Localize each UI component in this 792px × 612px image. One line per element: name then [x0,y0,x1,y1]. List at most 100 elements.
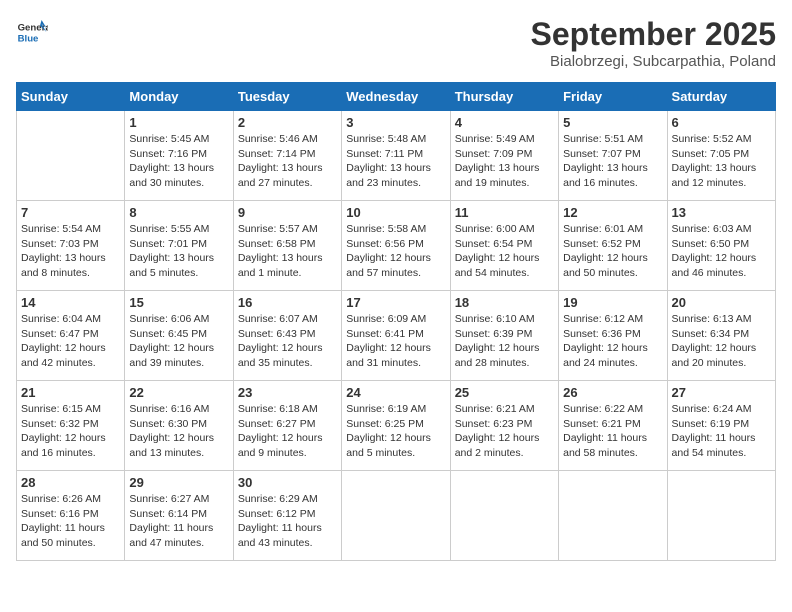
day-number: 5 [563,115,662,130]
weekday-header-saturday: Saturday [667,83,775,111]
day-info: Sunrise: 6:16 AM Sunset: 6:30 PM Dayligh… [129,402,228,461]
calendar-week-1: 1 Sunrise: 5:45 AM Sunset: 7:16 PM Daylig… [17,111,776,201]
day-number: 20 [672,295,771,310]
calendar-cell: 2 Sunrise: 5:46 AM Sunset: 7:14 PM Daylig… [233,111,341,201]
day-info: Sunrise: 6:27 AM Sunset: 6:14 PM Dayligh… [129,492,228,551]
calendar-cell [17,111,125,201]
calendar-cell: 25 Sunrise: 6:21 AM Sunset: 6:23 PM Dayli… [450,381,558,471]
day-number: 1 [129,115,228,130]
day-info: Sunrise: 6:12 AM Sunset: 6:36 PM Dayligh… [563,312,662,371]
day-number: 3 [346,115,445,130]
day-info: Sunrise: 5:48 AM Sunset: 7:11 PM Dayligh… [346,132,445,191]
day-info: Sunrise: 5:58 AM Sunset: 6:56 PM Dayligh… [346,222,445,281]
calendar-table: SundayMondayTuesdayWednesdayThursdayFrid… [16,82,776,561]
day-number: 25 [455,385,554,400]
calendar-cell: 21 Sunrise: 6:15 AM Sunset: 6:32 PM Dayli… [17,381,125,471]
month-title: September 2025 [531,16,776,53]
day-number: 15 [129,295,228,310]
calendar-cell: 17 Sunrise: 6:09 AM Sunset: 6:41 PM Dayli… [342,291,450,381]
calendar-cell: 9Sunrise: 5:57 AM Sunset: 6:58 PM Daylig… [233,201,341,291]
day-info: Sunrise: 6:15 AM Sunset: 6:32 PM Dayligh… [21,402,120,461]
calendar-cell: 18 Sunrise: 6:10 AM Sunset: 6:39 PM Dayli… [450,291,558,381]
calendar-cell: 10 Sunrise: 5:58 AM Sunset: 6:56 PM Dayli… [342,201,450,291]
day-number: 14 [21,295,120,310]
calendar-cell [559,471,667,561]
calendar-cell: 8 Sunrise: 5:55 AM Sunset: 7:01 PM Daylig… [125,201,233,291]
day-info: Sunrise: 5:49 AM Sunset: 7:09 PM Dayligh… [455,132,554,191]
day-number: 17 [346,295,445,310]
calendar-cell [667,471,775,561]
calendar-cell: 27Sunrise: 6:24 AM Sunset: 6:19 PM Dayli… [667,381,775,471]
day-number: 22 [129,385,228,400]
calendar-cell: 12 Sunrise: 6:01 AM Sunset: 6:52 PM Dayli… [559,201,667,291]
day-info: Sunrise: 6:13 AM Sunset: 6:34 PM Dayligh… [672,312,771,371]
calendar-cell: 19Sunrise: 6:12 AM Sunset: 6:36 PM Dayli… [559,291,667,381]
day-info: Sunrise: 6:04 AM Sunset: 6:47 PM Dayligh… [21,312,120,371]
calendar-cell: 16 Sunrise: 6:07 AM Sunset: 6:43 PM Dayli… [233,291,341,381]
calendar-cell: 28Sunrise: 6:26 AM Sunset: 6:16 PM Dayli… [17,471,125,561]
day-number: 23 [238,385,337,400]
calendar-week-4: 21 Sunrise: 6:15 AM Sunset: 6:32 PM Dayli… [17,381,776,471]
day-number: 2 [238,115,337,130]
day-number: 27 [672,385,771,400]
calendar-cell: 4Sunrise: 5:49 AM Sunset: 7:09 PM Daylig… [450,111,558,201]
day-info: Sunrise: 5:51 AM Sunset: 7:07 PM Dayligh… [563,132,662,191]
calendar-week-2: 7Sunrise: 5:54 AM Sunset: 7:03 PM Daylig… [17,201,776,291]
calendar-cell: 23 Sunrise: 6:18 AM Sunset: 6:27 PM Dayli… [233,381,341,471]
weekday-header-wednesday: Wednesday [342,83,450,111]
weekday-header-monday: Monday [125,83,233,111]
calendar-cell: 5 Sunrise: 5:51 AM Sunset: 7:07 PM Daylig… [559,111,667,201]
day-info: Sunrise: 6:29 AM Sunset: 6:12 PM Dayligh… [238,492,337,551]
day-number: 29 [129,475,228,490]
calendar-cell: 22 Sunrise: 6:16 AM Sunset: 6:30 PM Dayli… [125,381,233,471]
calendar-cell: 13Sunrise: 6:03 AM Sunset: 6:50 PM Dayli… [667,201,775,291]
day-number: 26 [563,385,662,400]
day-number: 16 [238,295,337,310]
day-number: 8 [129,205,228,220]
day-number: 9 [238,205,337,220]
day-info: Sunrise: 6:21 AM Sunset: 6:23 PM Dayligh… [455,402,554,461]
day-info: Sunrise: 5:54 AM Sunset: 7:03 PM Dayligh… [21,222,120,281]
day-info: Sunrise: 6:01 AM Sunset: 6:52 PM Dayligh… [563,222,662,281]
day-number: 10 [346,205,445,220]
day-info: Sunrise: 5:45 AM Sunset: 7:16 PM Dayligh… [129,132,228,191]
day-number: 11 [455,205,554,220]
logo-icon: General Blue [16,16,48,48]
calendar-cell: 30 Sunrise: 6:29 AM Sunset: 6:12 PM Dayli… [233,471,341,561]
calendar-cell: 11 Sunrise: 6:00 AM Sunset: 6:54 PM Dayli… [450,201,558,291]
day-info: Sunrise: 6:07 AM Sunset: 6:43 PM Dayligh… [238,312,337,371]
calendar-week-3: 14 Sunrise: 6:04 AM Sunset: 6:47 PM Dayli… [17,291,776,381]
day-info: Sunrise: 6:09 AM Sunset: 6:41 PM Dayligh… [346,312,445,371]
weekday-header-friday: Friday [559,83,667,111]
day-info: Sunrise: 6:18 AM Sunset: 6:27 PM Dayligh… [238,402,337,461]
calendar-cell [450,471,558,561]
day-number: 28 [21,475,120,490]
day-number: 12 [563,205,662,220]
day-number: 13 [672,205,771,220]
calendar-cell: 15 Sunrise: 6:06 AM Sunset: 6:45 PM Dayli… [125,291,233,381]
day-info: Sunrise: 6:10 AM Sunset: 6:39 PM Dayligh… [455,312,554,371]
logo: General Blue [16,16,48,48]
location: Bialobrzegi, Subcarpathia, Poland [531,53,776,70]
calendar-cell: 6Sunrise: 5:52 AM Sunset: 7:05 PM Daylig… [667,111,775,201]
svg-text:Blue: Blue [18,34,39,45]
day-info: Sunrise: 5:46 AM Sunset: 7:14 PM Dayligh… [238,132,337,191]
calendar-cell: 1 Sunrise: 5:45 AM Sunset: 7:16 PM Daylig… [125,111,233,201]
calendar-cell: 3 Sunrise: 5:48 AM Sunset: 7:11 PM Daylig… [342,111,450,201]
weekday-header-tuesday: Tuesday [233,83,341,111]
day-info: Sunrise: 6:22 AM Sunset: 6:21 PM Dayligh… [563,402,662,461]
calendar-cell: 29 Sunrise: 6:27 AM Sunset: 6:14 PM Dayli… [125,471,233,561]
day-number: 30 [238,475,337,490]
day-info: Sunrise: 6:06 AM Sunset: 6:45 PM Dayligh… [129,312,228,371]
day-number: 21 [21,385,120,400]
weekday-header-row: SundayMondayTuesdayWednesdayThursdayFrid… [17,83,776,111]
weekday-header-thursday: Thursday [450,83,558,111]
calendar-cell: 7Sunrise: 5:54 AM Sunset: 7:03 PM Daylig… [17,201,125,291]
day-info: Sunrise: 5:55 AM Sunset: 7:01 PM Dayligh… [129,222,228,281]
page-header: General Blue September 2025 Bialobrzegi,… [16,16,776,70]
calendar-week-5: 28Sunrise: 6:26 AM Sunset: 6:16 PM Dayli… [17,471,776,561]
calendar-cell: 14 Sunrise: 6:04 AM Sunset: 6:47 PM Dayli… [17,291,125,381]
day-info: Sunrise: 6:00 AM Sunset: 6:54 PM Dayligh… [455,222,554,281]
day-info: Sunrise: 5:52 AM Sunset: 7:05 PM Dayligh… [672,132,771,191]
day-number: 18 [455,295,554,310]
